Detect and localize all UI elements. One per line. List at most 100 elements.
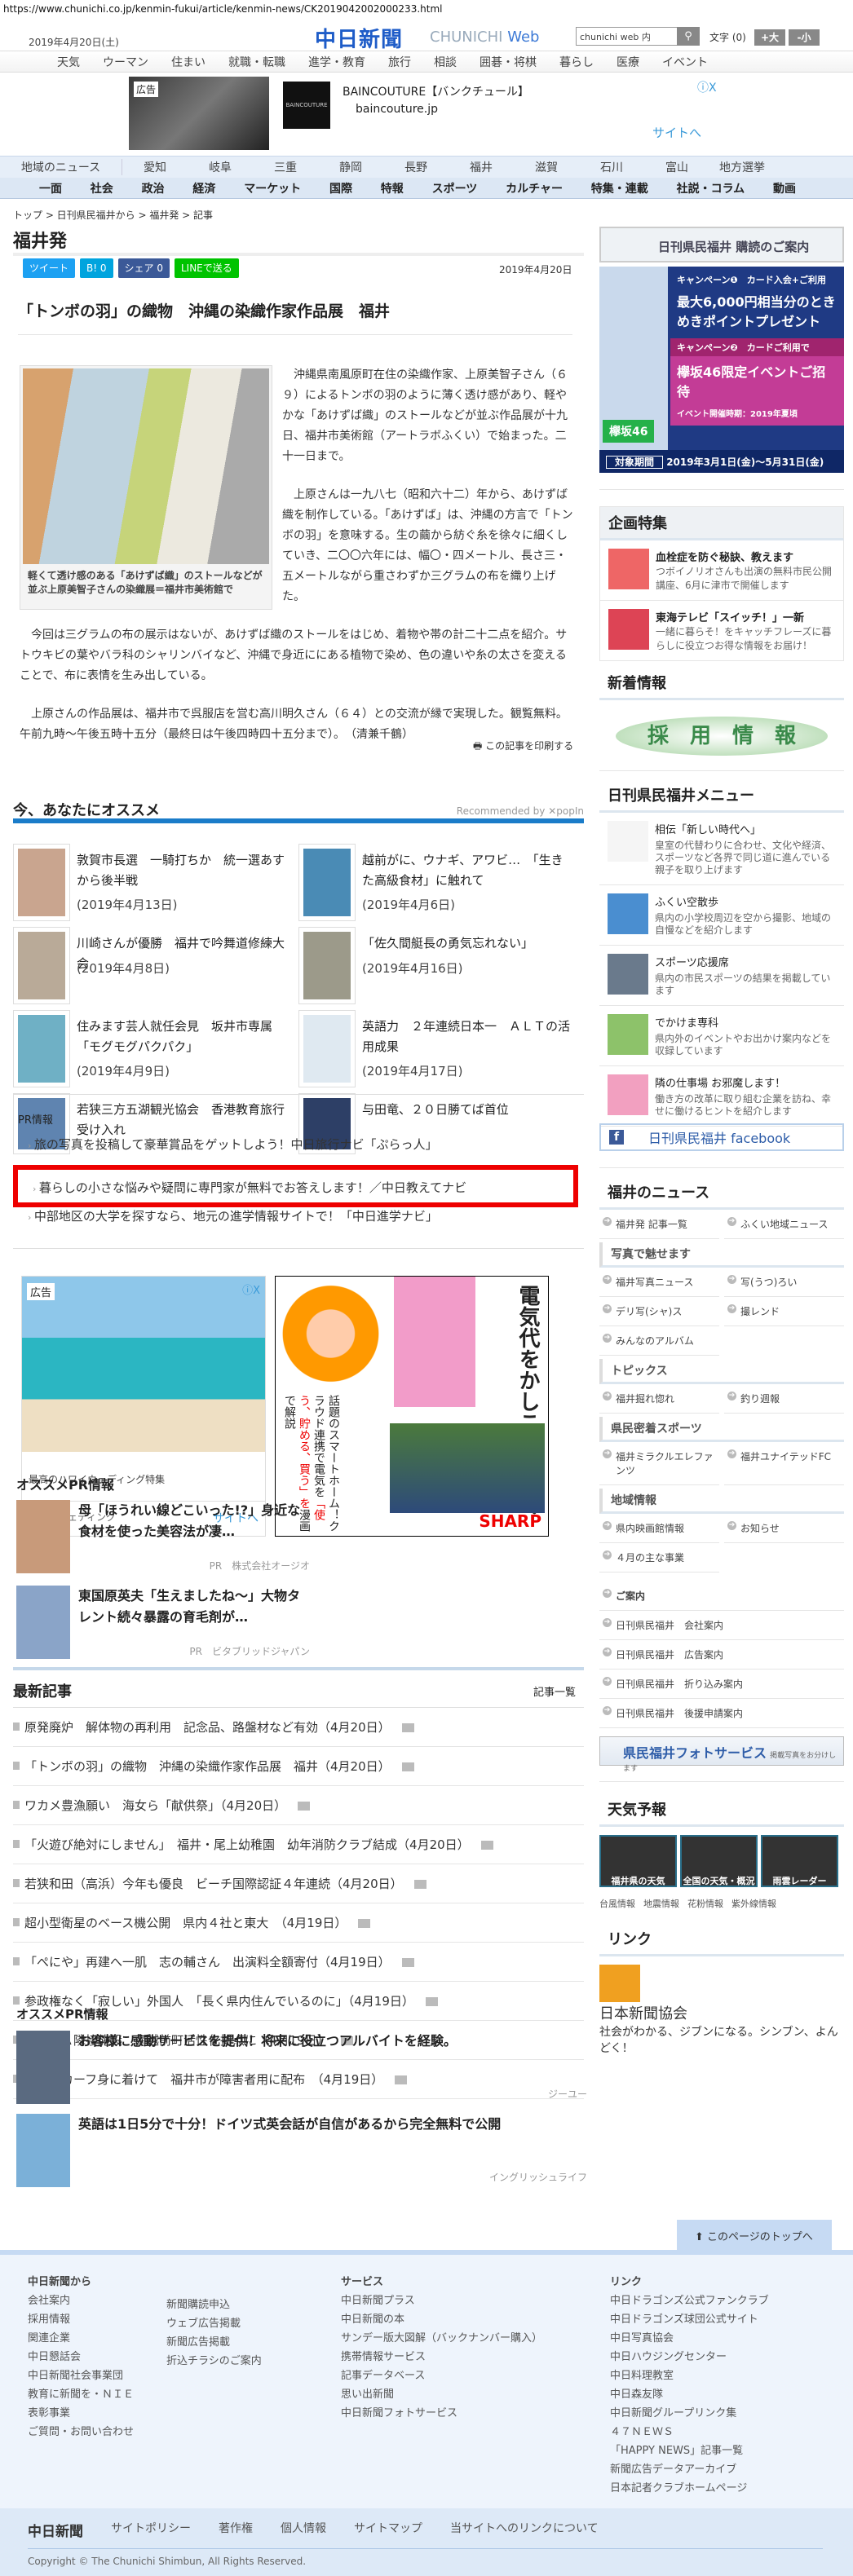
news-link[interactable]: 福井掘れ惚れ — [599, 1384, 719, 1414]
latest-item-title[interactable]: ワカメ豊漁願い 海女ら「献供祭」（4月20日） — [24, 1798, 286, 1813]
latest-item-title[interactable]: 「トンボの羽」の織物 沖縄の染織作家作品展 福井（4月20日） — [24, 1759, 391, 1774]
yondoku-logo[interactable] — [599, 1965, 640, 2002]
footer-logo[interactable]: 中日新聞 — [28, 2520, 83, 2540]
latest-item[interactable]: 「トンボの羽」の織物 沖縄の染織作家作品展 福井（4月20日） — [13, 1747, 584, 1786]
region-item[interactable]: 三重 — [253, 159, 318, 175]
search-icon[interactable]: ⚲ — [677, 27, 700, 46]
footer-link[interactable]: 中日写真協会 — [610, 2329, 769, 2348]
back-to-top-button[interactable]: ⬆ このページのトップへ — [677, 2220, 832, 2250]
cat-item[interactable]: スポーツ — [432, 180, 478, 196]
recommend-item[interactable]: 越前がに、ウナギ、アワビ… 「生きた高級食材」に触れて (2019年4月6日) — [298, 844, 580, 925]
news-link[interactable]: 福井写真ニュース — [599, 1268, 719, 1297]
ad-site-link[interactable]: サイトへ — [652, 124, 701, 141]
annai-link[interactable]: 日刊県民福井 後援申請案内 — [599, 1699, 844, 1728]
footer-link[interactable]: 中日料理教室 — [610, 2366, 769, 2385]
latest-item[interactable]: ワカメ豊漁願い 海女ら「献供祭」（4月20日） — [13, 1786, 584, 1825]
item-title[interactable]: 住みます芸人就任会見 坂井市専属「モグモグパクパク」 — [77, 1017, 289, 1057]
news-link[interactable]: 写(うつ)ろい — [724, 1268, 844, 1297]
footer-link[interactable]: 教育に新聞を・ＮＩＥ — [28, 2385, 134, 2404]
recommend-item[interactable]: 「佐久間艇長の勇気忘れない」 (2019年4月16日) — [298, 927, 580, 1008]
footer-link[interactable]: 中日新聞社会事業団 — [28, 2366, 134, 2385]
footer-bottom-link[interactable]: 当サイトへのリンクについて — [450, 2520, 599, 2540]
region-item[interactable]: 岐阜 — [188, 159, 253, 175]
pr-item[interactable]: 英語は1日5分で十分！ドイツ式英会話が自信があるから完全無料で公開 イングリッシュ… — [16, 2114, 587, 2197]
facebook-banner[interactable]: f 日刊県民福井 facebook — [599, 1123, 844, 1151]
footer-link[interactable]: 日本記者クラブホームページ — [610, 2479, 769, 2498]
ad-title[interactable]: BAINCOUTURE【バンクチュール】 — [343, 83, 529, 99]
cat-item[interactable]: マーケット — [244, 180, 301, 196]
footer-link[interactable]: 中日森友隊 — [610, 2385, 769, 2404]
weather-link[interactable]: 紫外線情報 — [731, 1897, 776, 1910]
recommend-item[interactable]: 敦賀市長選 一騎打ちか 統一選あすから後半戦 (2019年4月13日) — [13, 844, 294, 925]
weather-link[interactable]: 台風情報 — [599, 1897, 635, 1910]
menu-item[interactable]: 隣の仕事場 お邪魔します！ 働き方の改革に取り組む企業を訪ね、幸せに働けるヒントを… — [599, 1066, 844, 1127]
footer-link[interactable]: 中日新聞プラス — [341, 2291, 542, 2310]
footer-link[interactable]: ４７ＮＥＷＳ — [610, 2423, 769, 2441]
menu-item-title[interactable]: 相伝「新しい時代へ」 — [655, 821, 836, 836]
news-link[interactable]: デリ写(シャ)ス — [599, 1297, 719, 1326]
nav-item[interactable]: 囲碁・将棋 — [480, 54, 537, 70]
weather-tile[interactable]: 福井県の天気 — [599, 1835, 677, 1887]
ad-close-icon[interactable]: ⓘX — [242, 1281, 260, 1297]
nav-item[interactable]: 進学・教育 — [308, 54, 365, 70]
footer-bottom-link[interactable]: サイトポリシー — [111, 2520, 191, 2540]
footer-link[interactable]: 新聞購読申込 — [166, 2296, 262, 2314]
news-link[interactable]: 撮レンド — [724, 1297, 844, 1326]
kikaku-item[interactable]: 東海テレビ「スイッチ！」一新 一緒に暮らそ！をキャッチフレーズに暮らしに役立つお得… — [599, 601, 844, 661]
ad-close-icon[interactable]: ⓘX — [697, 79, 717, 95]
annai-link[interactable]: 日刊県民福井 折り込み案内 — [599, 1670, 844, 1699]
annai-link[interactable]: 日刊県民福井 広告案内 — [599, 1640, 844, 1670]
footer-link[interactable]: 中日ハウジングセンター — [610, 2348, 769, 2366]
footer-link[interactable]: 表彰事業 — [28, 2404, 134, 2423]
nav-item[interactable]: 天気 — [57, 54, 80, 70]
menu-item-title[interactable]: 隣の仕事場 お邪魔します！ — [655, 1074, 836, 1090]
link-name[interactable]: 日本新聞協会 — [599, 2002, 844, 2023]
footer-link[interactable]: 中日新聞フォトサービス — [341, 2404, 542, 2423]
region-item[interactable]: 富山 — [644, 159, 709, 175]
ad-image[interactable]: 広告 — [129, 77, 269, 150]
latest-item[interactable]: 若狭和田（高浜）今年も優良 ビーチ国際認証４年連続（4月20日） — [13, 1864, 584, 1903]
footer-link[interactable]: ウェブ広告掲載 — [166, 2314, 262, 2333]
font-smaller-button[interactable]: -小 — [789, 29, 820, 46]
item-title[interactable]: 英語力 ２年連続日本一 ＡＬＴの活用成果 — [362, 1017, 574, 1057]
item-title[interactable]: 「佐久間艇長の勇気忘れない」 — [362, 933, 574, 954]
cat-item[interactable]: 国際 — [329, 180, 352, 196]
site-logo[interactable]: 中日新聞 — [315, 23, 403, 53]
nav-item[interactable]: ウーマン — [103, 54, 148, 70]
latest-item[interactable]: 原発廃炉 解体物の再利用 記念品、路盤材など有効（4月20日） — [13, 1708, 584, 1747]
footer-link[interactable]: 新聞広告掲載 — [166, 2333, 262, 2352]
cat-item[interactable]: 政治 — [142, 180, 165, 196]
weather-link[interactable]: 花粉情報 — [687, 1897, 723, 1910]
footer-link[interactable]: 会社案内 — [28, 2291, 134, 2310]
latest-item[interactable]: 超小型衛星のベース機公開 県内４社と東大 （4月19日） — [13, 1903, 584, 1943]
latest-item-title[interactable]: 超小型衛星のベース機公開 県内４社と東大 （4月19日） — [24, 1916, 347, 1930]
pr-item-title[interactable]: 英語は1日5分で十分！ドイツ式英会話が自信があるから完全無料で公開 — [78, 2114, 501, 2135]
footer-link[interactable]: 関連企業 — [28, 2329, 134, 2348]
news-link[interactable]: 釣り週報 — [724, 1384, 844, 1414]
footer-link[interactable]: 中日ドラゴンズ球団公式サイト — [610, 2310, 769, 2329]
pr-item[interactable]: お客様に感動サービスを提供！将来に役立つアルバイトを経験。 ジーユー — [16, 2031, 587, 2114]
item-title[interactable]: 越前がに、ウナギ、アワビ… 「生きた高級食材」に触れて — [362, 850, 574, 891]
item-title[interactable]: 敦賀市長選 一騎打ちか 統一選あすから後半戦 — [77, 850, 289, 891]
footer-link[interactable]: 採用情報 — [28, 2310, 134, 2329]
nav-item[interactable]: 暮らし — [559, 54, 594, 70]
region-item[interactable]: 石川 — [579, 159, 644, 175]
pr-link[interactable]: 暮らしの小さな悩みや疑問に専門家が無料でお答えします！／中日教えてナビ — [33, 1179, 466, 1196]
pr-item[interactable]: 東国原英夫「生えましたね～」大物タレント続々暴露の育毛剤が… PR ビタブリッドジ… — [16, 1586, 310, 1671]
line-button[interactable]: LINEで送る — [174, 258, 239, 278]
footer-link[interactable]: 中日新聞の本 — [341, 2310, 542, 2329]
cat-item[interactable]: カルチャー — [506, 180, 563, 196]
hatena-button[interactable]: B! 0 — [80, 258, 113, 278]
subscribe-banner[interactable]: 日刊県民福井 購読のご案内 — [599, 227, 844, 262]
weather-tile[interactable]: 全国の天気・概況 — [680, 1835, 758, 1887]
breadcrumb[interactable]: トップ > 日刊県民福井から > 福井発 > 記事 — [13, 208, 213, 222]
recruit-banner[interactable]: 採 用 情 報 — [616, 717, 828, 756]
cat-item[interactable]: 動画 — [773, 180, 796, 196]
nav-item[interactable]: 就職・転職 — [228, 54, 285, 70]
footer-bottom-link[interactable]: サイトマップ — [354, 2520, 422, 2540]
menu-item-title[interactable]: ふくい空散歩 — [655, 893, 836, 909]
url-bar[interactable]: https://www.chunichi.co.jp/kenmin-fukui/… — [3, 3, 442, 15]
region-item[interactable]: 長野 — [383, 159, 449, 175]
news-link[interactable]: お知らせ — [724, 1514, 844, 1543]
news-link[interactable]: 福井ミラクルエレファンツ — [599, 1442, 719, 1485]
